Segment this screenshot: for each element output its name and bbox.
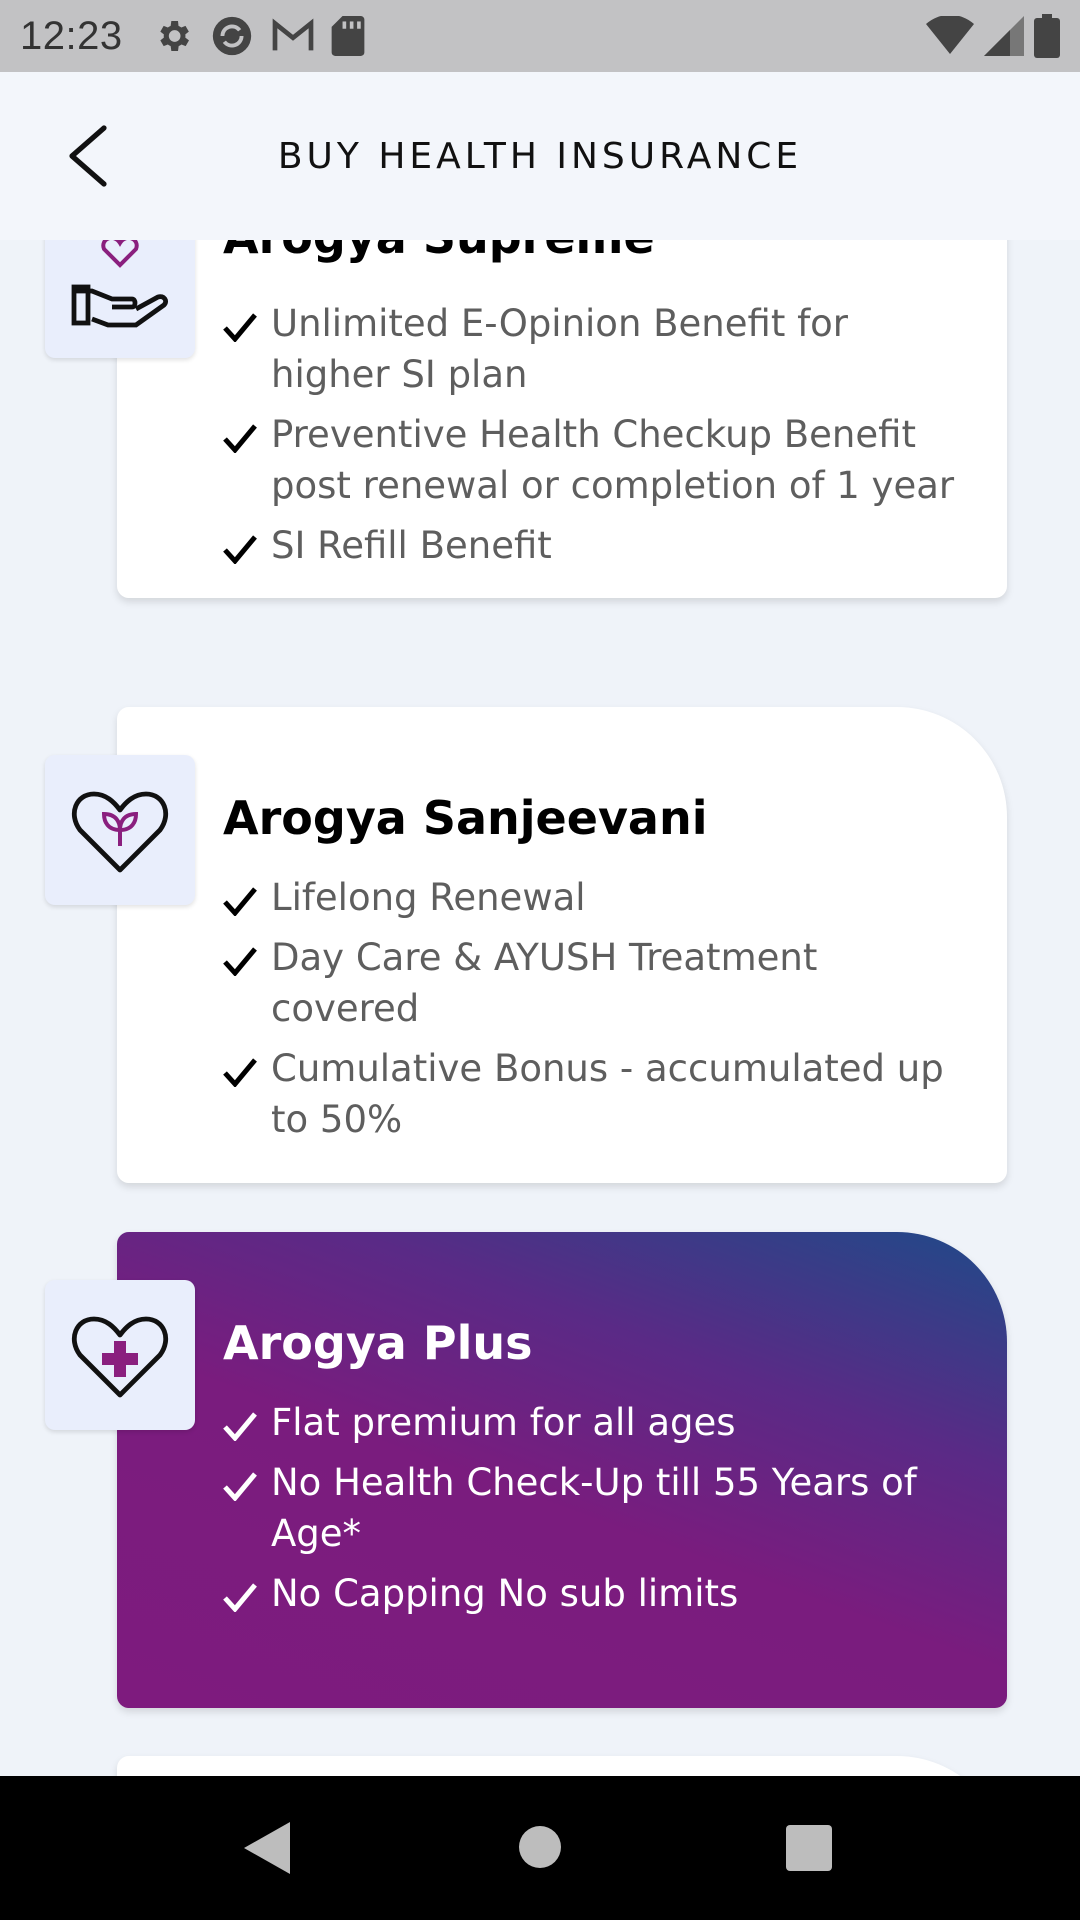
plan-card-arogya-plus[interactable]: Arogya Plus Flat premium for all ages No… [117,1232,1007,1708]
feature-item: Preventive Health Checkup Benefit post r… [223,409,977,511]
app-header: BUY HEALTH INSURANCE [0,72,1080,240]
feature-item: SI Refill Benefit [223,520,977,571]
battery-icon [1034,14,1060,62]
navigation-bar [0,1776,1080,1920]
feature-item: Unlimited E-Opinion Benefit for higher S… [223,298,977,400]
gmail-icon [271,18,315,54]
home-circle-icon[interactable] [519,1826,561,1872]
recents-square-icon[interactable] [786,1825,832,1875]
checkmark-icon [223,535,257,564]
heart-cross-icon [72,1316,168,1398]
plan-card-arogya-supreme[interactable]: Arogya Supreme Unlimited E-Opinion Benef… [117,240,1007,598]
wifi-icon [926,14,974,60]
heart-sprout-icon [72,791,168,873]
sd-card-icon [331,16,365,56]
signal-icon [984,16,1024,60]
plan-list[interactable]: Arogya Supreme Unlimited E-Opinion Benef… [0,240,1080,1776]
feature-item: No Health Check-Up till 55 Years of Age* [223,1457,977,1559]
feature-item: Lifelong Renewal [223,872,977,923]
plan-card-arogya-sanjeevani[interactable]: Arogya Sanjeevani Lifelong Renewal Day C… [117,707,1007,1183]
gear-icon [153,16,193,56]
checkmark-icon [223,1058,257,1087]
feature-item: No Capping No sub limits [223,1568,977,1619]
checkmark-icon [223,1583,257,1612]
sync-icon [209,13,255,59]
feature-item: Flat premium for all ages [223,1397,977,1448]
plan-icon-box [45,755,195,905]
checkmark-icon [223,313,257,342]
back-triangle-icon[interactable] [244,1822,290,1878]
checkmark-icon [223,947,257,976]
plan-icon-box [45,240,195,358]
plan-icon-box [45,1280,195,1430]
status-bar: 12:23 [0,0,1080,72]
checkmark-icon [223,887,257,916]
checkmark-icon [223,424,257,453]
page-title: BUY HEALTH INSURANCE [277,136,803,177]
plan-title: Arogya Supreme [223,240,655,264]
checkmark-icon [223,1472,257,1501]
plan-title: Arogya Sanjeevani [223,791,708,845]
hand-heart-icon [71,240,168,328]
status-time: 12:23 [20,13,123,58]
plan-card-next[interactable] [117,1756,1007,1776]
feature-item: Cumulative Bonus - accumulated up to 50% [223,1043,977,1145]
plan-title: Arogya Plus [223,1316,533,1370]
feature-item: Day Care & AYUSH Treatment covered [223,932,977,1034]
checkmark-icon [223,1412,257,1441]
